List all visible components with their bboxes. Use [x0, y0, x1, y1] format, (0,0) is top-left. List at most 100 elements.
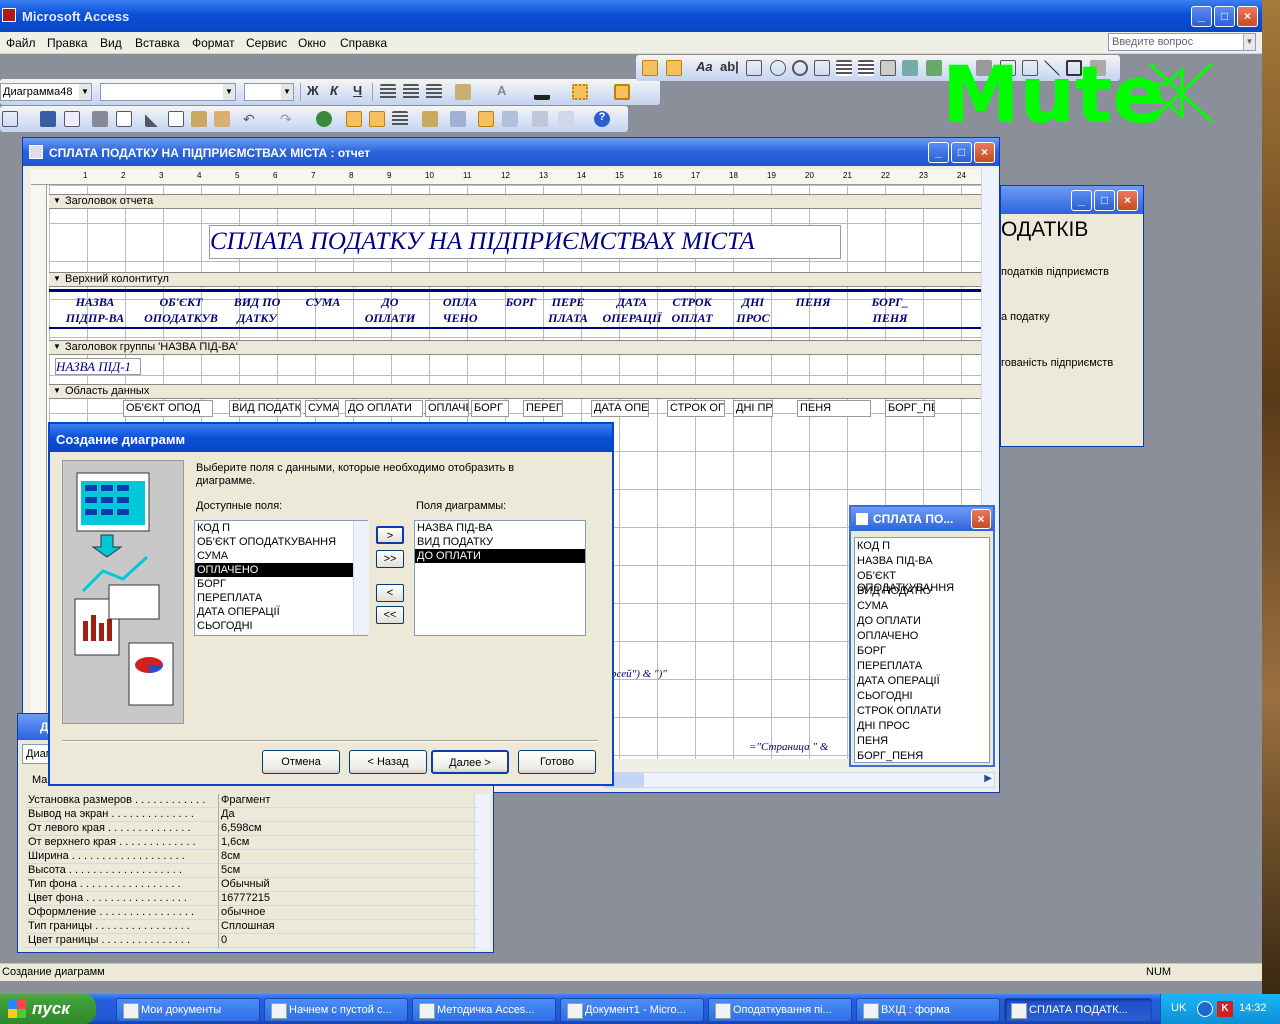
- field-list-item[interactable]: ДАТА ОПЕРАЦІЇ: [857, 675, 987, 690]
- code-icon[interactable]: [450, 111, 466, 127]
- group-field-textbox[interactable]: НАЗВА ПІД-1: [55, 358, 141, 375]
- property-row[interactable]: Вывод на экран . . . . . . . . . . . . .…: [26, 808, 478, 822]
- property-value[interactable]: 0: [218, 934, 451, 948]
- property-row[interactable]: Цвет границы . . . . . . . . . . . . . .…: [26, 934, 478, 948]
- minimize-button[interactable]: _: [928, 142, 949, 163]
- menu-insert[interactable]: Вставка: [135, 36, 180, 50]
- database-window-icon[interactable]: [532, 111, 548, 127]
- property-value[interactable]: 5см: [218, 864, 451, 878]
- property-value[interactable]: обычное: [218, 906, 451, 920]
- taskbar-item[interactable]: Оподаткування пі...: [708, 998, 852, 1022]
- chart-field-item[interactable]: ВИД ПОДАТКУ: [415, 535, 585, 549]
- font-name-combo[interactable]: ▼: [100, 83, 236, 101]
- tray-arrow-icon[interactable]: [1197, 1001, 1213, 1017]
- property-row[interactable]: Оформление . . . . . . . . . . . . . . .…: [26, 906, 478, 920]
- detail-field-textbox[interactable]: СУМА: [305, 400, 339, 417]
- report-title-label[interactable]: СПЛАТА ПОДАТКУ НА ПІДПРИЄМСТВАХ МІСТА: [209, 225, 841, 259]
- close-button[interactable]: ×: [1237, 6, 1258, 27]
- taskbar-item[interactable]: Начнем с пустой с...: [264, 998, 408, 1022]
- detail-field-textbox[interactable]: ВИД ПОДАТК: [229, 400, 301, 417]
- horizontal-scrollbar[interactable]: ▶: [603, 772, 995, 788]
- detail-field-textbox[interactable]: ДАТА ОПЕ: [591, 400, 649, 417]
- maximize-button[interactable]: □: [951, 142, 972, 163]
- section-report-header[interactable]: Заголовок отчета: [49, 194, 981, 209]
- menu-view[interactable]: Вид: [100, 36, 122, 50]
- available-fields-scrollbar[interactable]: [353, 521, 369, 635]
- background-item[interactable]: а податку: [1001, 311, 1050, 323]
- property-row[interactable]: Тип фона . . . . . . . . . . . . . . . .…: [26, 878, 478, 892]
- section-page-header[interactable]: Верхний колонтитул: [49, 272, 981, 287]
- scroll-right-arrow-icon[interactable]: ▶: [984, 773, 992, 784]
- command-button-tool-icon[interactable]: [880, 60, 896, 76]
- file-search-icon[interactable]: [64, 111, 80, 127]
- language-indicator[interactable]: UK: [1171, 1002, 1186, 1014]
- ask-question-input[interactable]: Введите вопрос ▼: [1108, 33, 1256, 51]
- detail-field-textbox[interactable]: СТРОК ОПЛ: [667, 400, 725, 417]
- background-item[interactable]: податків підприємств: [1001, 266, 1109, 278]
- finish-button[interactable]: Готово: [518, 750, 596, 774]
- field-list-item[interactable]: ДО ОПЛАТИ: [857, 615, 987, 630]
- menu-tools[interactable]: Сервис: [246, 36, 287, 50]
- list-box-tool-icon[interactable]: [858, 60, 874, 76]
- remove-one-button[interactable]: <: [376, 584, 404, 602]
- column-header[interactable]: НАЗВА ПІДПР-ВА: [59, 294, 131, 326]
- menu-file[interactable]: Файл: [6, 36, 36, 50]
- view-icon[interactable]: [2, 111, 18, 127]
- available-field-item[interactable]: КОД П: [195, 521, 367, 535]
- menu-window[interactable]: Окно: [298, 36, 326, 50]
- build-icon[interactable]: [502, 111, 518, 127]
- detail-field-textbox[interactable]: ПЕРЕПЛА: [523, 400, 563, 417]
- textbox-tool-icon[interactable]: ab|: [720, 59, 739, 74]
- close-button[interactable]: ×: [974, 142, 995, 163]
- available-field-item[interactable]: ОБ'ЄКТ ОПОДАТКУВАННЯ: [195, 535, 367, 549]
- print-icon[interactable]: [92, 111, 108, 127]
- column-header[interactable]: СУМА: [301, 294, 345, 310]
- back-button[interactable]: < Назад: [349, 750, 427, 774]
- format-painter-icon[interactable]: [214, 111, 230, 127]
- section-group-header[interactable]: Заголовок группы 'НАЗВА ПІД-ВА': [49, 340, 981, 355]
- property-value[interactable]: 8см: [218, 850, 451, 864]
- available-field-item[interactable]: ОПЛАЧЕНО: [195, 563, 367, 577]
- detail-field-textbox[interactable]: ОПЛАЧЕ: [425, 400, 469, 417]
- field-list-item[interactable]: СУМА: [857, 600, 987, 615]
- taskbar-item[interactable]: Методичка Acces...: [412, 998, 556, 1022]
- image-tool-icon[interactable]: [902, 60, 918, 76]
- field-list-item[interactable]: ПЕРЕПЛАТА: [857, 660, 987, 675]
- column-header[interactable]: БОРГ_ ПЕНЯ: [857, 294, 923, 326]
- option-group-icon[interactable]: [746, 60, 762, 76]
- available-field-item[interactable]: БОРГ: [195, 577, 367, 591]
- detail-field-textbox[interactable]: БОРГ_ПЕ: [885, 400, 935, 417]
- move-one-button[interactable]: >: [376, 526, 404, 544]
- available-fields-list[interactable]: КОД П ОБ'ЄКТ ОПОДАТКУВАННЯ СУМА ОПЛАЧЕНО БОР…: [194, 520, 368, 636]
- label-tool-icon[interactable]: Aa: [696, 59, 713, 74]
- field-list-item[interactable]: ДНІ ПРОС: [857, 720, 987, 735]
- property-value[interactable]: Да: [218, 808, 451, 822]
- align-left-icon[interactable]: [380, 84, 396, 100]
- underline-button[interactable]: Ч: [353, 83, 362, 98]
- page-number-expression[interactable]: ="Страница " &: [749, 741, 828, 753]
- properties-icon[interactable]: [478, 111, 494, 127]
- move-all-button[interactable]: >>: [376, 550, 404, 568]
- select-pointer-icon[interactable]: [642, 60, 658, 76]
- cut-icon[interactable]: [145, 111, 161, 127]
- column-header[interactable]: ДАТА ОПЕРАЦІЇ: [599, 294, 665, 326]
- taskbar-item-active[interactable]: СПЛАТА ПОДАТК...: [1004, 998, 1152, 1022]
- cancel-button[interactable]: Отмена: [262, 750, 340, 774]
- object-combo[interactable]: Диаграмма48 ▼: [0, 83, 92, 101]
- close-button[interactable]: ×: [971, 509, 991, 529]
- available-field-item[interactable]: ПЕРЕПЛАТА: [195, 591, 367, 605]
- detail-field-textbox[interactable]: ДНІ ПР: [733, 400, 773, 417]
- column-header[interactable]: БОРГ: [503, 294, 539, 310]
- close-button[interactable]: ×: [1117, 190, 1138, 211]
- align-right-icon[interactable]: [426, 84, 442, 100]
- field-list-item[interactable]: ОПЛАЧЕНО: [857, 630, 987, 645]
- field-list-item[interactable]: СЬОГОДНІ: [857, 690, 987, 705]
- maximize-button[interactable]: □: [1214, 6, 1235, 27]
- section-detail[interactable]: Область данных: [49, 384, 981, 399]
- object-frame-icon[interactable]: [926, 60, 942, 76]
- detail-field-textbox[interactable]: ДО ОПЛАТИ: [345, 400, 423, 417]
- print-preview-icon[interactable]: [116, 111, 132, 127]
- border-style-icon[interactable]: [572, 84, 588, 100]
- property-value[interactable]: Сплошная: [218, 920, 451, 934]
- menu-help[interactable]: Справка: [340, 36, 387, 50]
